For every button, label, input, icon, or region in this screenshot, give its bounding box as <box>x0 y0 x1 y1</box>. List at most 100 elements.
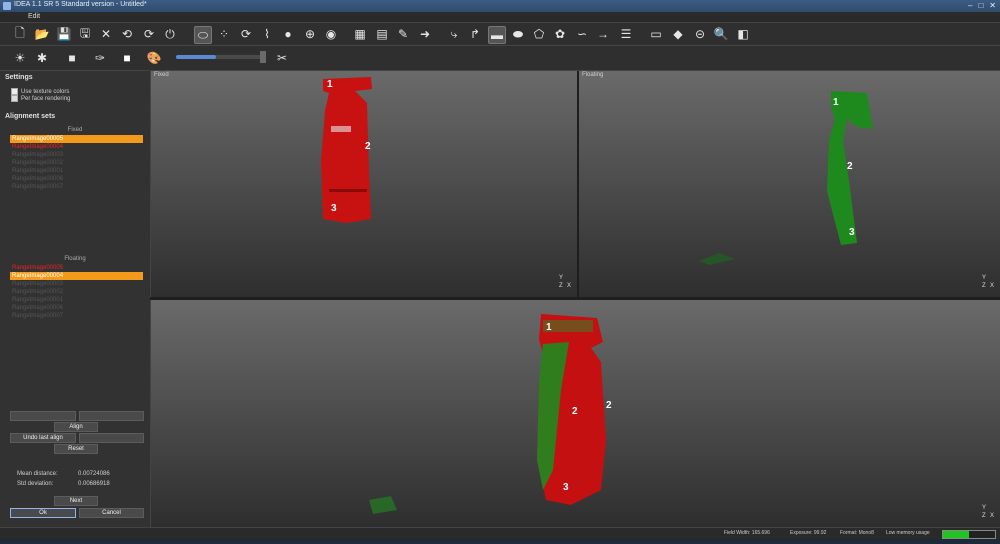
list-item[interactable]: RangeImage00005 <box>10 135 143 143</box>
checkbox-label: Per face rendering <box>21 95 71 102</box>
ok-button[interactable]: Ok <box>10 508 76 518</box>
lasso-icon[interactable]: ✿ <box>552 26 568 42</box>
diamond-icon[interactable]: ◆ <box>670 26 686 42</box>
list-item[interactable]: RangeImage00004 <box>10 272 143 280</box>
maximize-button[interactable]: □ <box>978 1 983 10</box>
points-icon[interactable]: ⁘ <box>216 26 232 42</box>
list-item[interactable]: RangeImage00006 <box>10 175 143 183</box>
marker-1: 1 <box>546 322 552 333</box>
tools-icon[interactable]: ✂ <box>274 50 290 66</box>
rectangle-icon[interactable]: ▬ <box>488 26 506 44</box>
axis-z-label: Z <box>982 513 986 519</box>
title-bar: IDEA 1.1 SR 5 Standard version - Untitle… <box>0 0 1000 12</box>
rotate-icon[interactable]: ⟳ <box>238 26 254 42</box>
list-item[interactable]: RangeImage00004 <box>10 143 143 151</box>
checkbox-box[interactable] <box>11 95 18 102</box>
minimize-button[interactable]: – <box>968 1 972 10</box>
redo-icon[interactable]: ⟳ <box>141 26 157 42</box>
per-face-rendering-checkbox[interactable]: Per face rendering <box>11 95 70 102</box>
cylinder-icon[interactable]: ⬭ <box>194 26 212 44</box>
marker-1: 1 <box>833 97 839 108</box>
undo-last-align-button[interactable]: Undo last align <box>10 433 76 443</box>
arrow-right-icon[interactable]: ➜ <box>417 26 433 42</box>
list-item[interactable]: RangeImage00002 <box>10 288 143 296</box>
menu-bar: Edit <box>0 12 1000 23</box>
align-button[interactable]: Align <box>54 422 98 432</box>
blank-button-1[interactable] <box>10 411 76 421</box>
sphere-icon[interactable]: ● <box>280 26 296 42</box>
grid2-icon[interactable]: ▤ <box>374 26 390 42</box>
panel-icon[interactable]: ▭ <box>648 26 664 42</box>
save-icon[interactable]: 💾 <box>56 26 72 42</box>
app-icon <box>3 2 11 10</box>
blank-button-2[interactable] <box>79 411 144 421</box>
use-texture-colors-checkbox[interactable]: Use texture colors <box>11 88 69 95</box>
save-as-icon[interactable]: 🖫 <box>77 26 93 42</box>
memory-progress-fill <box>943 531 969 538</box>
reset-button[interactable]: Reset <box>54 444 98 454</box>
light-icon[interactable]: ☀ <box>12 50 28 66</box>
list-icon[interactable]: ☰ <box>618 26 634 42</box>
mean-distance-value: 0.00724086 <box>78 471 110 477</box>
stop-icon[interactable]: ■ <box>64 50 80 66</box>
combined-viewport[interactable]: 1 2 2 3 Y Z X <box>151 300 1000 527</box>
list-item[interactable]: RangeImage00002 <box>10 159 143 167</box>
hook-icon[interactable]: ⤷ <box>446 26 462 42</box>
axis-y-label: Y <box>982 275 987 281</box>
line-curve-icon[interactable]: ∽ <box>574 26 590 42</box>
alignment-sidebar: Settings Use texture colors Per face ren… <box>0 71 151 527</box>
memory-status: Low memory usage <box>886 530 930 536</box>
cancel-button[interactable]: Cancel <box>79 508 144 518</box>
list-item[interactable]: RangeImage00005 <box>10 264 143 272</box>
slider-knob[interactable] <box>260 51 266 63</box>
menu-edit[interactable]: Edit <box>28 13 40 20</box>
axis-z-label: Z <box>559 283 563 289</box>
arrow-icon[interactable]: → <box>595 26 611 42</box>
list-item[interactable]: RangeImage00007 <box>10 183 143 191</box>
slider-icon[interactable] <box>176 51 266 63</box>
polygon-icon[interactable]: ⬠ <box>531 26 547 42</box>
list-item[interactable]: RangeImage00003 <box>10 151 143 159</box>
next-button[interactable]: Next <box>54 496 98 506</box>
marker-2: 2 <box>847 161 853 172</box>
white-square-icon[interactable]: ■ <box>119 50 135 66</box>
measure-icon[interactable]: ⌇ <box>259 26 275 42</box>
blank-button-3[interactable] <box>79 433 144 443</box>
combined-scan-model: 1 2 2 3 <box>369 314 612 514</box>
grid-icon[interactable]: ▦ <box>352 26 368 42</box>
floating-scan-model: 1 2 3 <box>699 91 873 265</box>
curve-icon[interactable]: ↱ <box>467 26 483 42</box>
list-item[interactable]: RangeImage00003 <box>10 280 143 288</box>
magnify-icon[interactable]: 🔍 <box>713 26 729 42</box>
open-icon[interactable]: 📂 <box>34 26 50 42</box>
bug-icon[interactable]: ✱ <box>34 50 50 66</box>
delete-icon[interactable]: ✕ <box>98 26 114 42</box>
palette-icon[interactable]: 🎨 <box>146 50 162 66</box>
axis-indicator: Y Z X <box>982 275 996 293</box>
list-item[interactable]: RangeImage00006 <box>10 304 143 312</box>
globe-icon[interactable]: ⊕ <box>302 26 318 42</box>
plane-icon[interactable]: ⊝ <box>692 26 708 42</box>
close-button[interactable]: ✕ <box>989 1 996 10</box>
ellipse-icon[interactable]: ⬬ <box>510 26 526 42</box>
list-item[interactable]: RangeImage00001 <box>10 167 143 175</box>
new-icon[interactable]: 🗋 <box>12 26 28 42</box>
wand-icon[interactable]: ✑ <box>92 50 108 66</box>
std-deviation-label: Std deviation: <box>17 481 54 487</box>
marker-2-b: 2 <box>606 400 612 411</box>
checkbox-box[interactable] <box>11 88 18 95</box>
marker-3: 3 <box>849 227 855 238</box>
power-icon[interactable]: ⏻ <box>162 26 178 42</box>
list-item[interactable]: RangeImage00007 <box>10 312 143 320</box>
slider-fill <box>176 55 216 59</box>
list-item[interactable]: RangeImage00001 <box>10 296 143 304</box>
floating-viewport[interactable]: Floating 1 2 3 Y Z X <box>579 71 1000 297</box>
fixed-list: RangeImage00005 RangeImage00004 RangeIma… <box>10 135 143 191</box>
cube-icon[interactable]: ◧ <box>735 26 751 42</box>
brush-icon[interactable]: ✎ <box>395 26 411 42</box>
alignment-sets-title: Alignment sets <box>5 113 56 120</box>
fixed-viewport[interactable]: Fixed 1 2 3 Y Z X <box>151 71 577 297</box>
circle-icon[interactable]: ◉ <box>323 26 339 42</box>
secondary-toolbar: ☀ ✱ ■ ✑ ■ 🎨 ✂ <box>0 46 1000 71</box>
undo-icon[interactable]: ⟲ <box>119 26 135 42</box>
